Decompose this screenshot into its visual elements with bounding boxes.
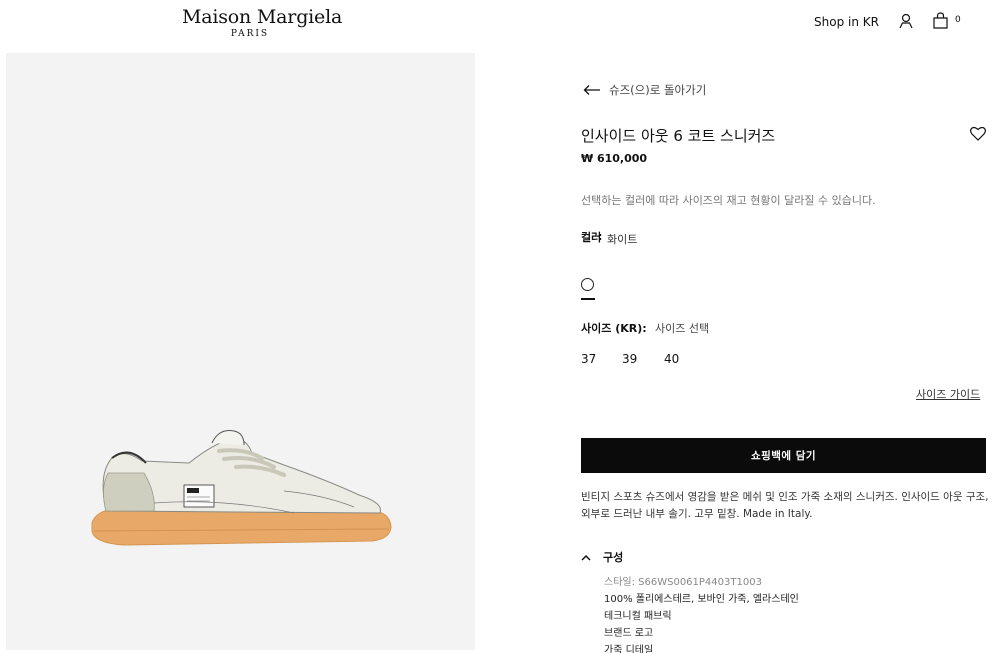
- color-swatch-white[interactable]: [581, 278, 594, 291]
- stock-notice: 선택하는 컬러에 따라 사이즈의 재고 현황이 달라질 수 있습니다.: [581, 194, 876, 207]
- add-to-bag-button[interactable]: 쇼핑백에 담기: [581, 438, 986, 473]
- composition-item: 브랜드 로고: [604, 628, 654, 639]
- user-icon[interactable]: [898, 13, 914, 29]
- style-code: 스타일: S66WS0061P4403T1003: [604, 577, 762, 588]
- arrow-left-icon: [583, 85, 600, 95]
- composition-toggle[interactable]: 구성: [581, 549, 623, 565]
- shop-in-selector[interactable]: Shop in KR: [814, 15, 879, 29]
- size-label: 사이즈 (KR):: [581, 322, 647, 335]
- back-link-label: 슈즈(으)로 돌아가기: [609, 83, 707, 97]
- selected-swatch-indicator: [581, 298, 595, 300]
- product-image[interactable]: [6, 53, 475, 650]
- back-to-shoes-link[interactable]: 슈즈(으)로 돌아가기: [583, 82, 706, 98]
- color-value: 화이트: [607, 233, 638, 246]
- brand-sub: PARIS: [230, 29, 270, 39]
- composition-item: 가죽 디테일: [604, 645, 654, 653]
- composition-item: 테크니컬 패브릭: [604, 611, 672, 622]
- size-guide-link[interactable]: 사이즈 가이드: [916, 386, 980, 402]
- composition-list: 스타일: S66WS0061P4403T1003 100% 폴리에스테르, 보바…: [604, 574, 799, 653]
- brand-name: Maison Margiela: [182, 6, 343, 28]
- color-separator: :: [598, 230, 603, 243]
- bag-count: 0: [955, 15, 961, 25]
- heart-icon[interactable]: [970, 126, 986, 141]
- composition-item: 100% 폴리에스테르, 보바인 가죽, 엘라스테인: [604, 594, 799, 605]
- shopping-bag-icon[interactable]: [932, 12, 949, 29]
- product-title: 인사이드 아웃 6 코트 스니커즈: [581, 127, 776, 145]
- product-description: 빈티지 스포츠 슈즈에서 영감을 받은 메쉬 및 인조 가죽 소재의 스니커즈.…: [581, 491, 989, 520]
- product-price: ₩ 610,000: [581, 152, 648, 165]
- size-option-37[interactable]: 37: [581, 352, 596, 366]
- sneaker-image: [91, 430, 392, 546]
- size-option-39[interactable]: 39: [622, 352, 637, 366]
- composition-title: 구성: [603, 551, 624, 564]
- size-select-prompt: 사이즈 선택: [655, 322, 710, 335]
- size-option-40[interactable]: 40: [664, 352, 679, 366]
- chevron-up-icon: [581, 554, 591, 561]
- brand-logo[interactable]: Maison Margiela PARIS: [182, 6, 343, 39]
